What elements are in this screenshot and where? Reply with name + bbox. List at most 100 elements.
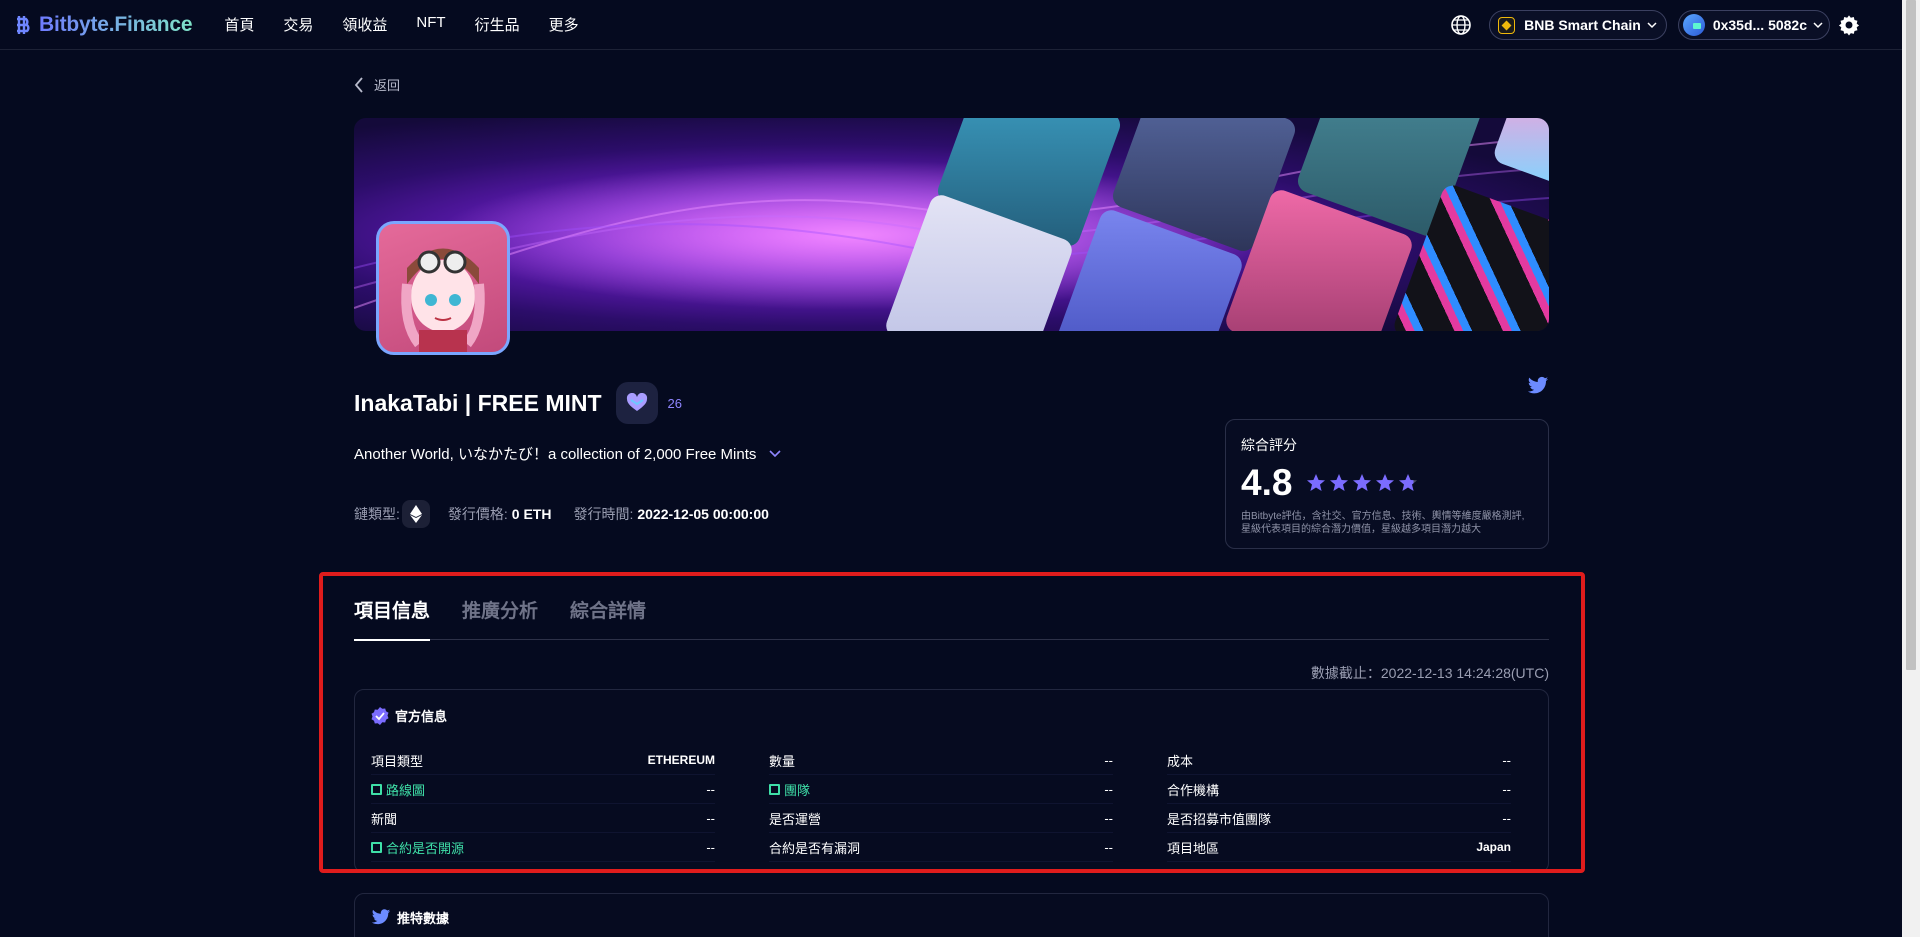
- info-column: 項目類型 ETHEREUM 路線圖 -- 新聞 -- 合約是否開源 --: [371, 746, 715, 862]
- info-value: --: [1104, 752, 1113, 768]
- star-icon: [1307, 474, 1326, 491]
- wallet-avatar-icon: [1682, 14, 1705, 36]
- project-meta: 鏈類型: 發行價格: 0 ETH 發行時間: 2022-12-05 00:00:…: [354, 500, 769, 528]
- time-value: 2022-12-05 00:00:00: [637, 506, 769, 522]
- project-title: InakaTabi | FREE MINT: [354, 389, 602, 416]
- time-label: 發行時間:: [573, 506, 634, 522]
- info-key[interactable]: 團隊: [769, 780, 810, 799]
- tab-project-info[interactable]: 項目信息: [354, 594, 431, 641]
- collection-avatar: [376, 221, 510, 355]
- twitter-icon[interactable]: [1527, 376, 1549, 396]
- top-navigation-bar: Bitbyte.Finance 首頁 交易 領收益 NFT 衍生品 更多 BNB…: [0, 0, 1902, 50]
- wallet-address: 0x35d... 5082c: [1712, 17, 1807, 33]
- info-value: --: [1104, 781, 1113, 797]
- rating-row: 4.8: [1241, 462, 1533, 504]
- official-info-panel: 官方信息 項目類型 ETHEREUM 路線圖 -- 新聞 -- 合約是否開源 -- 數量 -- 團隊…: [354, 689, 1549, 873]
- nav-item-nft[interactable]: NFT: [416, 14, 445, 35]
- info-value: ETHEREUM: [647, 753, 715, 767]
- chain-type-label: 鏈類型:: [354, 506, 400, 522]
- project-description: Another World, いなかたび！a collection of 2,0…: [354, 446, 757, 463]
- back-link[interactable]: 返回: [354, 75, 400, 94]
- info-key: 合作機構: [1167, 782, 1220, 798]
- info-value: --: [706, 781, 715, 797]
- brand-name: Bitbyte.Finance: [39, 12, 193, 36]
- info-row: 合約是否開源 --: [371, 833, 715, 862]
- info-key: 是否運營: [769, 811, 822, 827]
- header-actions: BNB Smart Chain 0x35d... 5082c: [1450, 0, 1902, 50]
- info-value: --: [706, 839, 715, 855]
- info-row: 項目類型 ETHEREUM: [371, 746, 715, 775]
- chevron-down-icon[interactable]: [769, 449, 781, 458]
- scrollbar-thumb[interactable]: [1906, 0, 1916, 670]
- info-row: 項目地區 Japan: [1167, 833, 1511, 862]
- star-icon: [1376, 474, 1395, 491]
- nav-item-trade[interactable]: 交易: [283, 14, 313, 35]
- info-column: 成本 -- 合作機構 -- 是否招募市值團隊 -- 項目地區 Japan: [1167, 746, 1511, 862]
- wallet-button[interactable]: 0x35d... 5082c: [1677, 10, 1830, 40]
- info-key[interactable]: 路線圖: [371, 780, 425, 799]
- twitter-data-title: 推特數據: [397, 911, 450, 926]
- official-info-header: 官方信息: [371, 706, 447, 725]
- star-icon: [1399, 474, 1418, 491]
- data-cutoff-timestamp: 數據截止：2022-12-13 14:24:28(UTC): [1310, 665, 1549, 681]
- page-scrollbar[interactable]: [1902, 0, 1920, 937]
- info-value: --: [706, 810, 715, 826]
- info-key: 合約是否有漏洞: [769, 840, 861, 856]
- twitter-icon: [371, 909, 391, 925]
- main-menu: 首頁 交易 領收益 NFT 衍生品 更多: [224, 14, 607, 35]
- info-key: 成本: [1167, 753, 1194, 769]
- nav-item-earn[interactable]: 領收益: [342, 14, 387, 35]
- info-key: 新聞: [371, 811, 398, 827]
- info-value: --: [1502, 752, 1511, 768]
- twitter-data-header: 推特數據: [371, 908, 449, 927]
- rating-note: 由Bitbyte評估，含社交、官方信息、技術、輿情等維度嚴格測評,星級代表項目的…: [1241, 511, 1525, 535]
- nav-item-more[interactable]: 更多: [549, 14, 579, 35]
- avatar-image: [401, 248, 485, 352]
- info-value: --: [1104, 839, 1113, 855]
- project-header: InakaTabi | FREE MINT 26: [354, 382, 682, 424]
- tab-overall-details[interactable]: 綜合詳情: [570, 594, 646, 640]
- star-icon: [1330, 474, 1349, 491]
- chain-name: BNB Smart Chain: [1524, 17, 1641, 33]
- project-description-row: Another World, いなかたび！a collection of 2,0…: [354, 443, 781, 464]
- brand-logo[interactable]: Bitbyte.Finance: [14, 12, 193, 37]
- detail-tabs: 項目信息 推廣分析 綜合詳情: [354, 594, 1549, 641]
- info-key: 是否招募市值團隊: [1167, 811, 1272, 827]
- rating-card: 綜合評分 4.8 由Bitbyte評估，含社交、官方信息、技術、輿情等維度嚴格測…: [1225, 419, 1549, 549]
- info-row: 合作機構 --: [1167, 775, 1511, 804]
- info-key: 數量: [769, 753, 796, 769]
- price-value: 0 ETH: [511, 506, 552, 522]
- back-label: 返回: [374, 78, 401, 93]
- tab-promotion-analysis[interactable]: 推廣分析: [462, 594, 538, 640]
- bnb-chain-icon: [1498, 16, 1516, 34]
- info-row: 是否運營 --: [769, 804, 1113, 833]
- nav-item-home[interactable]: 首頁: [224, 14, 254, 35]
- nav-item-derivatives[interactable]: 衍生品: [475, 14, 520, 35]
- rating-label: 綜合評分: [1241, 437, 1297, 453]
- official-info-title: 官方信息: [395, 709, 448, 724]
- price-label: 發行價格:: [447, 506, 508, 522]
- info-key: 項目地區: [1167, 840, 1220, 856]
- verified-badge-icon: [371, 706, 389, 725]
- info-column: 數量 -- 團隊 -- 是否運營 -- 合約是否有漏洞 --: [769, 746, 1113, 862]
- chevron-down-icon: [1647, 22, 1657, 29]
- globe-icon[interactable]: [1450, 14, 1472, 36]
- info-key: 項目類型: [371, 753, 424, 769]
- info-value: --: [1104, 810, 1113, 826]
- chain-selector[interactable]: BNB Smart Chain: [1489, 10, 1667, 40]
- collection-banner: [354, 118, 1549, 331]
- heart-icon: [626, 393, 647, 411]
- like-button[interactable]: [615, 382, 658, 424]
- gear-icon[interactable]: [1838, 14, 1860, 36]
- info-key[interactable]: 合約是否開源: [371, 838, 464, 857]
- twitter-data-panel: 推特數據: [354, 893, 1549, 937]
- info-row: 新聞 --: [371, 804, 715, 833]
- chevron-down-icon: [1813, 22, 1823, 29]
- info-row: 是否招募市值團隊 --: [1167, 804, 1511, 833]
- ethereum-icon: [401, 500, 430, 528]
- star-icon: [1353, 474, 1372, 491]
- rating-score: 4.8: [1241, 462, 1293, 503]
- chevron-left-icon: [354, 76, 363, 93]
- info-row: 數量 --: [769, 746, 1113, 775]
- info-row: 合約是否有漏洞 --: [769, 833, 1113, 862]
